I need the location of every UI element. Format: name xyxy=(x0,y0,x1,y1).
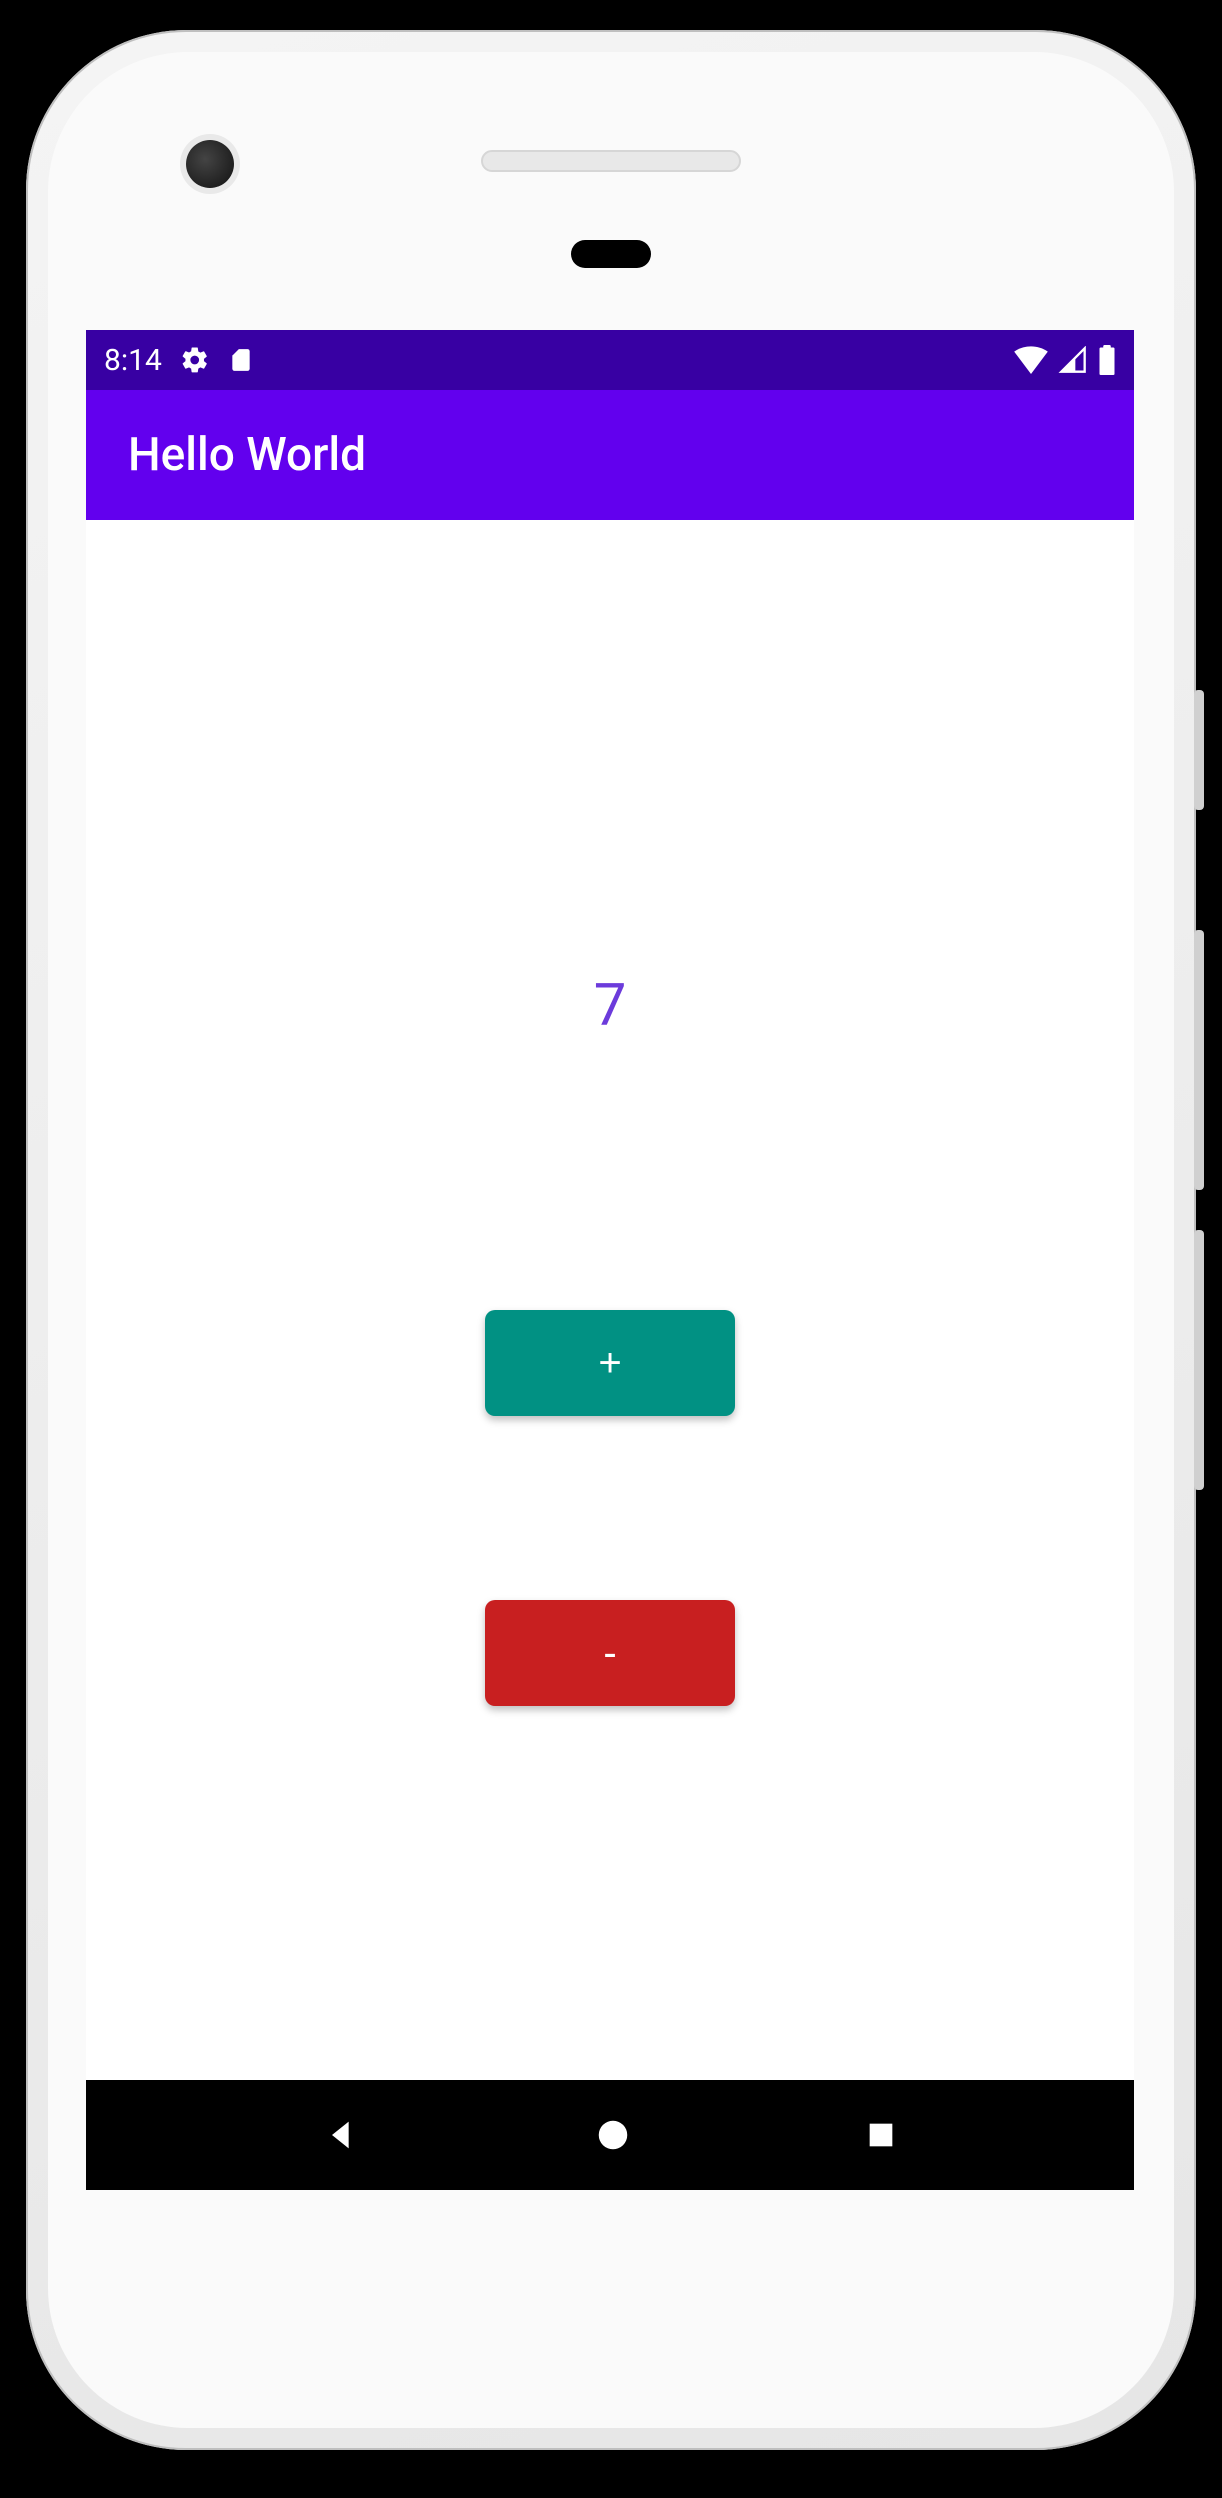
navigation-bar xyxy=(86,2080,1134,2190)
app-content: 7 + - xyxy=(86,520,1134,2080)
battery-icon xyxy=(1098,345,1116,375)
app-bar: Hello World xyxy=(86,390,1134,520)
back-icon[interactable] xyxy=(322,2115,362,2155)
speaker-slot xyxy=(571,240,651,268)
status-time: 8:14 xyxy=(104,343,162,378)
status-bar-left: 8:14 xyxy=(104,343,254,378)
minus-icon: - xyxy=(603,1631,616,1676)
app-title: Hello World xyxy=(128,428,366,482)
volume-down-button xyxy=(1194,1230,1204,1490)
recents-icon[interactable] xyxy=(864,2118,898,2152)
plus-icon: + xyxy=(598,1341,621,1386)
gear-icon xyxy=(180,345,210,375)
phone-frame: 8:14 Hello World xyxy=(26,30,1196,2450)
status-bar-right xyxy=(1014,345,1116,375)
status-bar: 8:14 xyxy=(86,330,1134,390)
screen: 8:14 Hello World xyxy=(86,330,1134,2190)
home-icon[interactable] xyxy=(594,2116,632,2154)
counter-value: 7 xyxy=(594,972,627,1040)
decrement-button[interactable]: - xyxy=(485,1600,735,1706)
front-camera xyxy=(186,140,234,188)
sd-card-icon xyxy=(228,345,254,375)
signal-icon xyxy=(1058,346,1088,374)
volume-up-button xyxy=(1194,930,1204,1190)
wifi-icon xyxy=(1014,346,1048,374)
power-button xyxy=(1194,690,1204,810)
increment-button[interactable]: + xyxy=(485,1310,735,1416)
speaker-grille xyxy=(481,150,741,172)
